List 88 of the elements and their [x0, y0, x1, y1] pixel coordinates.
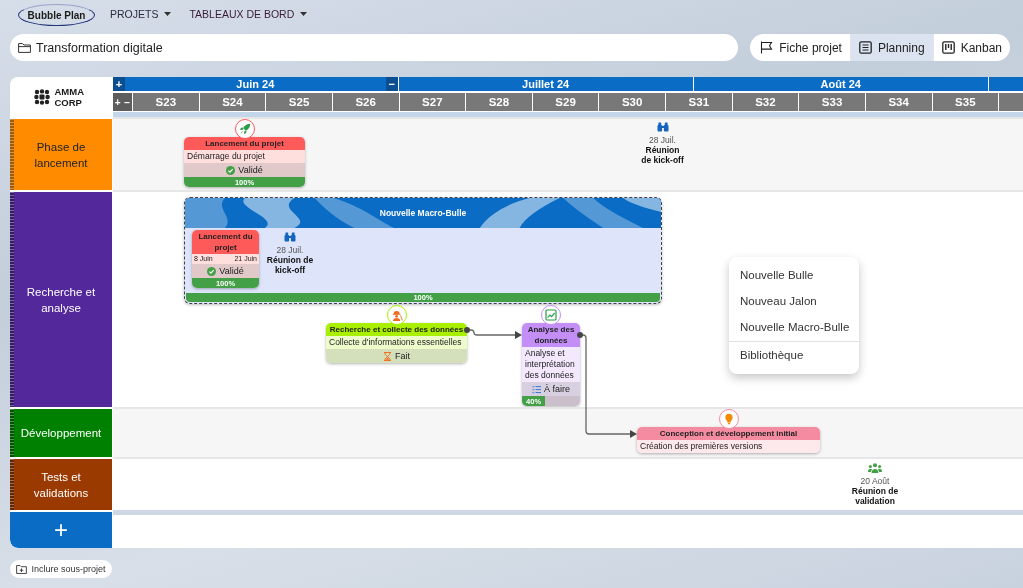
task-bubble[interactable]: Conception et développement initial Création des premières versions: [637, 427, 820, 453]
binoculars-icon[interactable]: [284, 232, 296, 242]
lane-title: Tests et validations: [32, 469, 90, 501]
month-label: Juillet 24: [521, 77, 571, 91]
line-chart-icon: [541, 305, 561, 325]
flag-icon: [760, 41, 774, 54]
menu-item[interactable]: Bibliothèque: [729, 342, 859, 368]
list-icon: [858, 41, 872, 54]
connector-arrow: [464, 327, 522, 339]
drag-handle[interactable]: [10, 409, 14, 457]
menu-item[interactable]: Nouvelle Macro-Bulle: [729, 314, 859, 340]
week-header: S29: [531, 93, 599, 111]
lane-title: Recherche et analyse: [25, 284, 97, 316]
kanban-icon: [941, 41, 955, 54]
zoom-button[interactable]: −: [122, 93, 132, 111]
menu-item[interactable]: Nouvelle Bulle: [729, 262, 859, 288]
menu-item[interactable]: Nouveau Jalon: [729, 288, 859, 314]
lane-title: Développement: [19, 426, 103, 441]
include-subproject-button[interactable]: Inclure sous-projet: [10, 560, 112, 578]
lane-header[interactable]: Développement: [10, 409, 112, 457]
week-header: S26: [331, 93, 399, 111]
macro-bubble-title: Nouvelle Macro-Bulle: [379, 208, 467, 218]
task-bubble[interactable]: Recherche et collecte des données Collecte d'informations essentielles Fait: [326, 323, 467, 363]
milestone-title: Réunion de validation: [850, 486, 900, 506]
bubble-description: Création des premières versions: [637, 440, 820, 453]
nav-menu[interactable]: PROJETS: [110, 7, 172, 20]
lane-header[interactable]: Recherche et analyse: [10, 192, 112, 407]
check-circle-icon: [226, 165, 236, 175]
month-label: Juin 24: [235, 77, 276, 91]
week-header: S25: [265, 93, 332, 111]
week-header: S24: [198, 93, 266, 111]
project-name: Transformation digitale: [36, 40, 163, 55]
bubble-title: Analyse des données: [522, 323, 580, 347]
lane-header[interactable]: Phase de lancement: [10, 119, 112, 190]
status-label: Validé: [219, 266, 244, 276]
lane-header[interactable]: Tests et validations: [10, 459, 112, 510]
binoculars-icon[interactable]: [656, 122, 669, 132]
milestone-title: Réunion de kick-off: [265, 255, 315, 275]
people-icon[interactable]: [868, 463, 882, 473]
collapse-button[interactable]: −: [385, 77, 398, 91]
week-header: S35: [931, 93, 999, 111]
company-logo-icon: [33, 89, 50, 105]
zoom-button[interactable]: +: [113, 93, 123, 111]
expand-button[interactable]: +: [113, 77, 125, 91]
checklist-icon: [532, 384, 541, 394]
week-header: S31: [665, 93, 732, 111]
add-lane-button[interactable]: +: [10, 512, 112, 548]
week-header: S27: [398, 93, 466, 111]
week-header: S33: [798, 93, 865, 111]
bubble-title: Conception et développement initial: [637, 427, 820, 440]
bubble-description: Analyse et interprétation des données: [522, 347, 580, 382]
month-label: Août 24: [819, 77, 862, 91]
horizontal-scrollbar[interactable]: [113, 510, 1023, 515]
week-header: S23: [132, 93, 199, 111]
hourglass-icon: [383, 351, 392, 361]
milestone-date: 28 Juil.: [276, 245, 304, 255]
company-name: AMMA CORP: [54, 86, 85, 108]
status-label: À faire: [544, 384, 570, 394]
project-field[interactable]: Transformation digitale: [10, 34, 739, 61]
bubble-description: Démarrage du projet: [184, 150, 305, 163]
caret-icon: [164, 11, 172, 16]
bubble-title: Recherche et collecte des données: [326, 323, 467, 336]
view-tab[interactable]: Planning: [849, 34, 933, 61]
drag-handle[interactable]: [10, 119, 14, 190]
folder-icon: [18, 42, 31, 53]
caret-icon: [300, 11, 308, 16]
view-tab[interactable]: Kanban: [932, 34, 1010, 61]
bubble-description: Collecte d'informations essentielles: [326, 336, 467, 349]
view-tab[interactable]: Fiche projet: [750, 34, 850, 61]
nav-menu[interactable]: TABLEAUX DE BORD: [189, 7, 308, 20]
week-header: S30: [598, 93, 665, 111]
status-label: Fait: [395, 351, 410, 361]
lane-title: Phase de lancement: [33, 139, 89, 171]
milestone-title: Réunion de kick-off: [640, 145, 685, 165]
week-header: S32: [731, 93, 799, 111]
drag-handle[interactable]: [10, 459, 14, 510]
button-label: Inclure sous-projet: [31, 564, 106, 574]
week-header: S28: [465, 93, 532, 111]
folder-plus-icon: [16, 564, 28, 574]
status-label: Validé: [238, 165, 263, 175]
milestone-date: 28 Juil.: [649, 135, 676, 145]
bubble-title: Lancement du projet: [184, 137, 305, 150]
construction-worker-icon: [386, 305, 407, 325]
milestone-date: 20 Août: [860, 476, 890, 486]
bubble-title: Lancement du projet: [192, 230, 259, 254]
drag-handle[interactable]: [10, 192, 14, 407]
check-circle-icon: [207, 266, 217, 276]
week-header: S34: [864, 93, 932, 111]
